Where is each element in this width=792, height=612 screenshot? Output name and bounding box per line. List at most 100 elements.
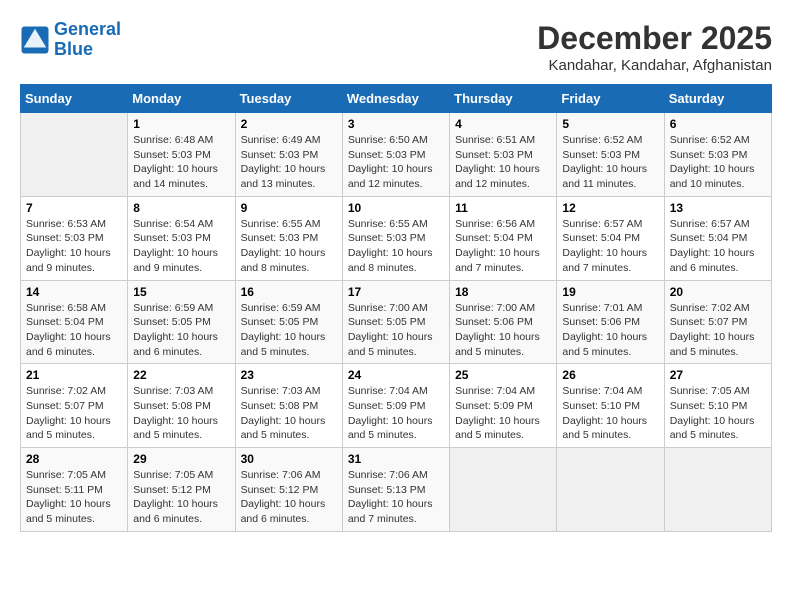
day-number: 22 xyxy=(133,368,229,382)
day-info: Sunrise: 6:54 AM Sunset: 5:03 PM Dayligh… xyxy=(133,217,229,276)
day-number: 14 xyxy=(26,285,122,299)
calendar-cell: 27 Sunrise: 7:05 AM Sunset: 5:10 PM Dayli… xyxy=(664,364,771,448)
day-info: Sunrise: 6:52 AM Sunset: 5:03 PM Dayligh… xyxy=(670,133,766,192)
calendar-week-5: 28 Sunrise: 7:05 AM Sunset: 5:11 PM Dayli… xyxy=(21,448,772,532)
logo-line2: Blue xyxy=(54,39,93,59)
day-info: Sunrise: 6:56 AM Sunset: 5:04 PM Dayligh… xyxy=(455,217,551,276)
calendar-cell: 4 Sunrise: 6:51 AM Sunset: 5:03 PM Daylig… xyxy=(450,113,557,197)
calendar-cell: 21 Sunrise: 7:02 AM Sunset: 5:07 PM Dayli… xyxy=(21,364,128,448)
calendar-cell: 20Sunrise: 7:02 AM Sunset: 5:07 PM Dayli… xyxy=(664,280,771,364)
day-number: 3 xyxy=(348,117,444,131)
calendar-cell: 8 Sunrise: 6:54 AM Sunset: 5:03 PM Daylig… xyxy=(128,196,235,280)
day-number: 25 xyxy=(455,368,551,382)
day-number: 30 xyxy=(241,452,337,466)
day-number: 13 xyxy=(670,201,766,215)
calendar-cell: 28 Sunrise: 7:05 AM Sunset: 5:11 PM Dayli… xyxy=(21,448,128,532)
day-number: 6 xyxy=(670,117,766,131)
day-number: 19 xyxy=(562,285,658,299)
calendar-cell: 3 Sunrise: 6:50 AM Sunset: 5:03 PM Daylig… xyxy=(342,113,449,197)
calendar-cell: 9 Sunrise: 6:55 AM Sunset: 5:03 PM Daylig… xyxy=(235,196,342,280)
calendar-cell: 25 Sunrise: 7:04 AM Sunset: 5:09 PM Dayli… xyxy=(450,364,557,448)
day-info: Sunrise: 6:52 AM Sunset: 5:03 PM Dayligh… xyxy=(562,133,658,192)
day-number: 26 xyxy=(562,368,658,382)
day-number: 29 xyxy=(133,452,229,466)
day-info: Sunrise: 7:04 AM Sunset: 5:09 PM Dayligh… xyxy=(455,384,551,443)
weekday-header-wednesday: Wednesday xyxy=(342,85,449,113)
day-number: 31 xyxy=(348,452,444,466)
day-info: Sunrise: 7:06 AM Sunset: 5:13 PM Dayligh… xyxy=(348,468,444,527)
day-number: 27 xyxy=(670,368,766,382)
day-info: Sunrise: 7:02 AM Sunset: 5:07 PM Dayligh… xyxy=(26,384,122,443)
calendar-cell: 10 Sunrise: 6:55 AM Sunset: 5:03 PM Dayli… xyxy=(342,196,449,280)
calendar-cell: 18Sunrise: 7:00 AM Sunset: 5:06 PM Dayli… xyxy=(450,280,557,364)
calendar-cell: 26Sunrise: 7:04 AM Sunset: 5:10 PM Dayli… xyxy=(557,364,664,448)
day-info: Sunrise: 7:05 AM Sunset: 5:11 PM Dayligh… xyxy=(26,468,122,527)
day-number: 8 xyxy=(133,201,229,215)
day-number: 12 xyxy=(562,201,658,215)
day-number: 20 xyxy=(670,285,766,299)
title-block: December 2025 Kandahar, Kandahar, Afghan… xyxy=(537,20,772,74)
day-number: 1 xyxy=(133,117,229,131)
calendar-cell xyxy=(664,448,771,532)
calendar-table: SundayMondayTuesdayWednesdayThursdayFrid… xyxy=(20,84,772,532)
day-info: Sunrise: 7:05 AM Sunset: 5:10 PM Dayligh… xyxy=(670,384,766,443)
day-number: 9 xyxy=(241,201,337,215)
day-info: Sunrise: 6:55 AM Sunset: 5:03 PM Dayligh… xyxy=(348,217,444,276)
day-number: 21 xyxy=(26,368,122,382)
day-number: 4 xyxy=(455,117,551,131)
day-info: Sunrise: 6:57 AM Sunset: 5:04 PM Dayligh… xyxy=(562,217,658,276)
day-info: Sunrise: 6:58 AM Sunset: 5:04 PM Dayligh… xyxy=(26,301,122,360)
day-info: Sunrise: 6:48 AM Sunset: 5:03 PM Dayligh… xyxy=(133,133,229,192)
logo-icon xyxy=(20,25,50,55)
day-info: Sunrise: 6:57 AM Sunset: 5:04 PM Dayligh… xyxy=(670,217,766,276)
day-number: 16 xyxy=(241,285,337,299)
day-info: Sunrise: 7:05 AM Sunset: 5:12 PM Dayligh… xyxy=(133,468,229,527)
calendar-cell: 5 Sunrise: 6:52 AM Sunset: 5:03 PM Daylig… xyxy=(557,113,664,197)
weekday-header-sunday: Sunday xyxy=(21,85,128,113)
day-number: 5 xyxy=(562,117,658,131)
calendar-cell xyxy=(450,448,557,532)
weekday-header-friday: Friday xyxy=(557,85,664,113)
day-info: Sunrise: 6:55 AM Sunset: 5:03 PM Dayligh… xyxy=(241,217,337,276)
day-info: Sunrise: 7:06 AM Sunset: 5:12 PM Dayligh… xyxy=(241,468,337,527)
calendar-cell: 6 Sunrise: 6:52 AM Sunset: 5:03 PM Daylig… xyxy=(664,113,771,197)
calendar-cell: 17 Sunrise: 7:00 AM Sunset: 5:05 PM Dayli… xyxy=(342,280,449,364)
day-number: 24 xyxy=(348,368,444,382)
day-number: 17 xyxy=(348,285,444,299)
calendar-cell: 16Sunrise: 6:59 AM Sunset: 5:05 PM Dayli… xyxy=(235,280,342,364)
weekday-header-saturday: Saturday xyxy=(664,85,771,113)
weekday-header-tuesday: Tuesday xyxy=(235,85,342,113)
day-number: 28 xyxy=(26,452,122,466)
day-info: Sunrise: 7:01 AM Sunset: 5:06 PM Dayligh… xyxy=(562,301,658,360)
day-info: Sunrise: 6:51 AM Sunset: 5:03 PM Dayligh… xyxy=(455,133,551,192)
day-number: 7 xyxy=(26,201,122,215)
day-info: Sunrise: 7:00 AM Sunset: 5:05 PM Dayligh… xyxy=(348,301,444,360)
calendar-cell xyxy=(557,448,664,532)
day-info: Sunrise: 6:59 AM Sunset: 5:05 PM Dayligh… xyxy=(133,301,229,360)
day-info: Sunrise: 7:03 AM Sunset: 5:08 PM Dayligh… xyxy=(241,384,337,443)
day-info: Sunrise: 6:50 AM Sunset: 5:03 PM Dayligh… xyxy=(348,133,444,192)
calendar-week-4: 21 Sunrise: 7:02 AM Sunset: 5:07 PM Dayli… xyxy=(21,364,772,448)
calendar-week-3: 14 Sunrise: 6:58 AM Sunset: 5:04 PM Dayli… xyxy=(21,280,772,364)
calendar-cell xyxy=(21,113,128,197)
day-number: 10 xyxy=(348,201,444,215)
day-number: 2 xyxy=(241,117,337,131)
calendar-week-1: 1 Sunrise: 6:48 AM Sunset: 5:03 PM Daylig… xyxy=(21,113,772,197)
day-info: Sunrise: 7:00 AM Sunset: 5:06 PM Dayligh… xyxy=(455,301,551,360)
calendar-cell: 15Sunrise: 6:59 AM Sunset: 5:05 PM Dayli… xyxy=(128,280,235,364)
calendar-week-2: 7Sunrise: 6:53 AM Sunset: 5:03 PM Daylig… xyxy=(21,196,772,280)
calendar-cell: 13 Sunrise: 6:57 AM Sunset: 5:04 PM Dayli… xyxy=(664,196,771,280)
calendar-cell: 29 Sunrise: 7:05 AM Sunset: 5:12 PM Dayli… xyxy=(128,448,235,532)
logo-line1: General xyxy=(54,19,121,39)
day-number: 11 xyxy=(455,201,551,215)
calendar-cell: 2 Sunrise: 6:49 AM Sunset: 5:03 PM Daylig… xyxy=(235,113,342,197)
day-info: Sunrise: 6:49 AM Sunset: 5:03 PM Dayligh… xyxy=(241,133,337,192)
weekday-header-thursday: Thursday xyxy=(450,85,557,113)
calendar-cell: 22Sunrise: 7:03 AM Sunset: 5:08 PM Dayli… xyxy=(128,364,235,448)
calendar-cell: 31 Sunrise: 7:06 AM Sunset: 5:13 PM Dayli… xyxy=(342,448,449,532)
calendar-cell: 1 Sunrise: 6:48 AM Sunset: 5:03 PM Daylig… xyxy=(128,113,235,197)
calendar-cell: 30 Sunrise: 7:06 AM Sunset: 5:12 PM Dayli… xyxy=(235,448,342,532)
calendar-cell: 23Sunrise: 7:03 AM Sunset: 5:08 PM Dayli… xyxy=(235,364,342,448)
calendar-cell: 14 Sunrise: 6:58 AM Sunset: 5:04 PM Dayli… xyxy=(21,280,128,364)
calendar-cell: 12 Sunrise: 6:57 AM Sunset: 5:04 PM Dayli… xyxy=(557,196,664,280)
